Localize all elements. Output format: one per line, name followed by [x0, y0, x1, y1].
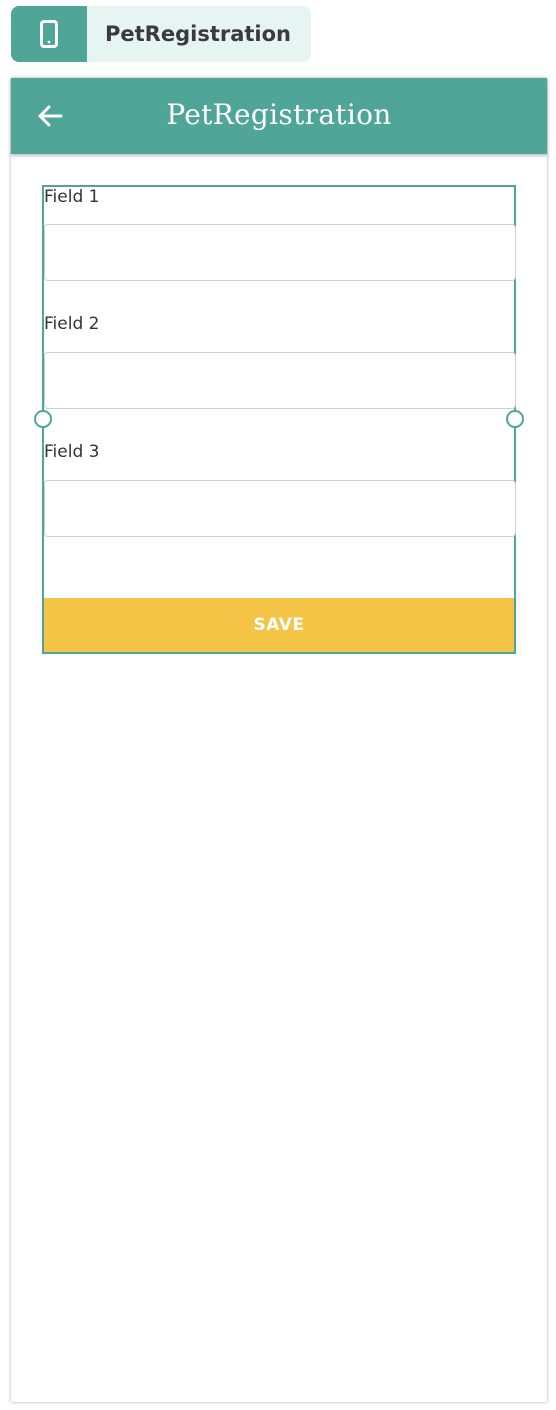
- screen-name-label: PetRegistration: [105, 22, 291, 46]
- app-title: PetRegistration: [166, 98, 392, 131]
- chip-icon-box: [11, 6, 87, 62]
- field-2-label: Field 2: [44, 314, 100, 334]
- field-3-label: Field 3: [44, 442, 100, 462]
- field-1-label: Field 1: [44, 187, 100, 207]
- save-button[interactable]: SAVE: [44, 598, 514, 652]
- screen-name-chip[interactable]: PetRegistration: [11, 6, 311, 62]
- resize-handle-right[interactable]: [506, 410, 524, 428]
- form-group-selection[interactable]: Field 1 Field 2 Field 3 SAVE: [34, 185, 524, 654]
- field-1-input[interactable]: [44, 224, 516, 281]
- app-bar: PetRegistration: [11, 78, 547, 154]
- field-2-input[interactable]: [44, 352, 516, 409]
- mobile-phone-icon: [40, 20, 58, 48]
- phone-screen: PetRegistration Field 1 Field 2 Field 3 …: [11, 78, 547, 1402]
- field-3-input[interactable]: [44, 480, 516, 537]
- resize-handle-left[interactable]: [34, 410, 52, 428]
